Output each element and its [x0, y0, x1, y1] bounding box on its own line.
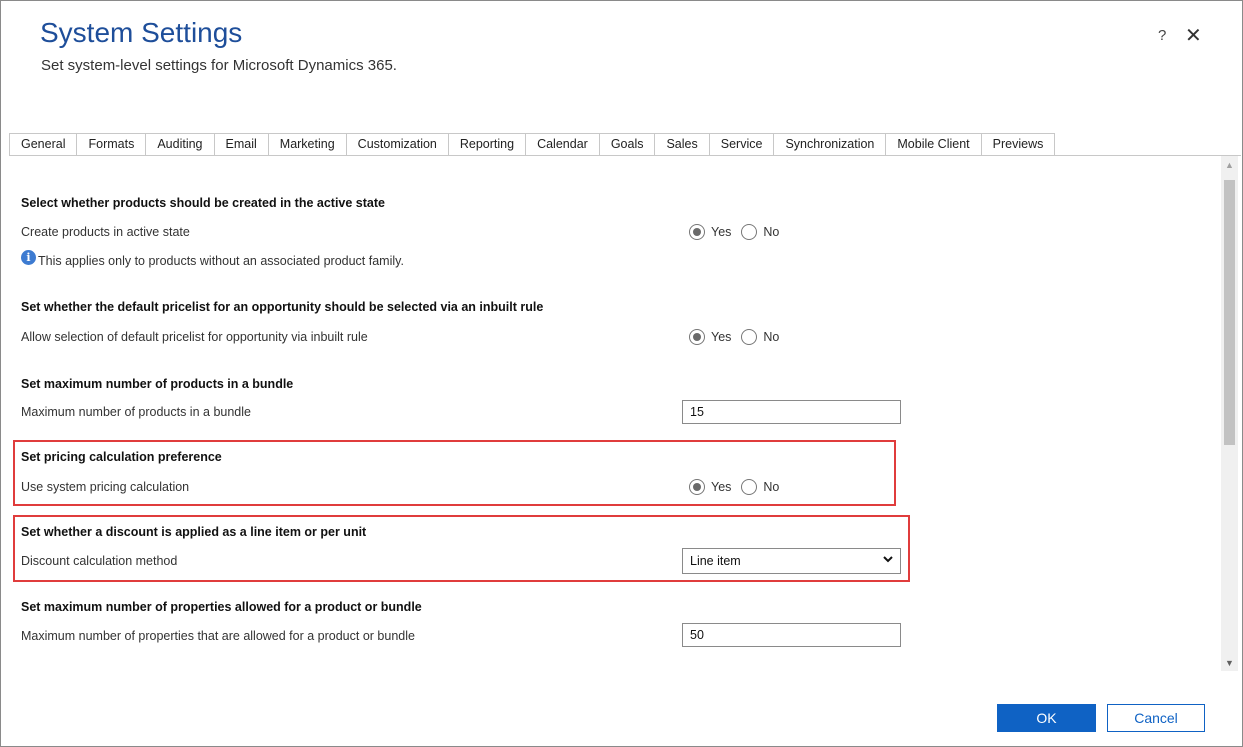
scroll-up-icon[interactable]: ▲: [1221, 160, 1238, 170]
pricing-calc-section-title: Set pricing calculation preference: [21, 450, 222, 464]
radio-label-no: No: [763, 225, 780, 239]
tab-sales[interactable]: Sales: [655, 133, 710, 156]
tab-previews[interactable]: Previews: [981, 133, 1056, 156]
radio-label-yes: Yes: [711, 480, 732, 494]
radio-checked-icon: [689, 479, 705, 495]
help-icon[interactable]: ?: [1158, 27, 1166, 44]
tab-service[interactable]: Service: [709, 133, 775, 156]
tab-email[interactable]: Email: [214, 133, 269, 156]
active-state-radio-group: Yes No: [689, 224, 789, 240]
default-pricelist-no-radio[interactable]: No: [741, 329, 779, 345]
default-pricelist-label: Allow selection of default pricelist for…: [21, 330, 368, 344]
tab-calendar[interactable]: Calendar: [526, 133, 600, 156]
pricing-calc-yes-radio[interactable]: Yes: [689, 479, 731, 495]
default-pricelist-section-title: Set whether the default pricelist for an…: [21, 300, 544, 314]
properties-max-input[interactable]: [682, 623, 901, 647]
default-pricelist-radio-group: Yes No: [689, 329, 789, 345]
discount-method-value: Line item: [690, 554, 741, 568]
tab-customization[interactable]: Customization: [346, 133, 449, 156]
active-state-yes-radio[interactable]: Yes: [689, 224, 731, 240]
properties-max-section-title: Set maximum number of properties allowed…: [21, 600, 422, 614]
radio-checked-icon: [689, 329, 705, 345]
ok-button[interactable]: OK: [997, 704, 1096, 732]
radio-checked-icon: [689, 224, 705, 240]
properties-max-label: Maximum number of properties that are al…: [21, 629, 415, 643]
active-state-section-title: Select whether products should be create…: [21, 196, 385, 210]
discount-label: Discount calculation method: [21, 554, 178, 568]
scroll-down-icon[interactable]: ▼: [1221, 658, 1238, 668]
tab-mobile-client[interactable]: Mobile Client: [886, 133, 982, 156]
discount-method-select[interactable]: Line item: [682, 548, 901, 574]
scrollbar-thumb[interactable]: [1224, 180, 1235, 445]
tab-reporting[interactable]: Reporting: [448, 133, 527, 156]
tab-synchronization[interactable]: Synchronization: [774, 133, 887, 156]
pricing-calc-label: Use system pricing calculation: [21, 480, 190, 494]
tab-general[interactable]: General: [9, 133, 78, 156]
settings-tabs: General Formats Auditing Email Marketing…: [9, 133, 1056, 156]
tab-goals[interactable]: Goals: [599, 133, 656, 156]
tab-auditing[interactable]: Auditing: [146, 133, 215, 156]
radio-unchecked-icon: [741, 224, 758, 240]
tab-formats[interactable]: Formats: [77, 133, 147, 156]
pricing-calc-radio-group: Yes No: [689, 479, 789, 495]
vertical-scrollbar[interactable]: ▲ ▼: [1221, 156, 1238, 671]
active-state-note-text: This applies only to products without an…: [38, 254, 404, 268]
chevron-down-icon: [882, 552, 894, 568]
radio-unchecked-icon: [741, 329, 758, 345]
default-pricelist-yes-radio[interactable]: Yes: [689, 329, 731, 345]
radio-label-yes: Yes: [711, 225, 732, 239]
info-icon: i: [21, 250, 36, 265]
active-state-label: Create products in active state: [21, 225, 190, 239]
radio-label-no: No: [763, 330, 780, 344]
bundle-max-label: Maximum number of products in a bundle: [21, 405, 251, 419]
radio-label-no: No: [763, 480, 780, 494]
bundle-max-input[interactable]: [682, 400, 901, 424]
cancel-button[interactable]: Cancel: [1107, 704, 1205, 732]
tab-marketing[interactable]: Marketing: [268, 133, 347, 156]
discount-section-title: Set whether a discount is applied as a l…: [21, 525, 367, 539]
pricing-calc-no-radio[interactable]: No: [741, 479, 779, 495]
sales-settings-panel: Select whether products should be create…: [9, 155, 1241, 671]
radio-unchecked-icon: [741, 479, 758, 495]
radio-label-yes: Yes: [711, 330, 732, 344]
bundle-max-section-title: Set maximum number of products in a bund…: [21, 377, 294, 391]
dialog-title: System Settings: [40, 17, 243, 48]
active-state-no-radio[interactable]: No: [741, 224, 779, 240]
system-settings-dialog: System Settings Set system-level setting…: [0, 0, 1243, 747]
active-state-note: i This applies only to products without …: [21, 250, 404, 268]
dialog-subtitle: Set system-level settings for Microsoft …: [41, 57, 397, 74]
close-icon[interactable]: ✕: [1185, 23, 1202, 48]
